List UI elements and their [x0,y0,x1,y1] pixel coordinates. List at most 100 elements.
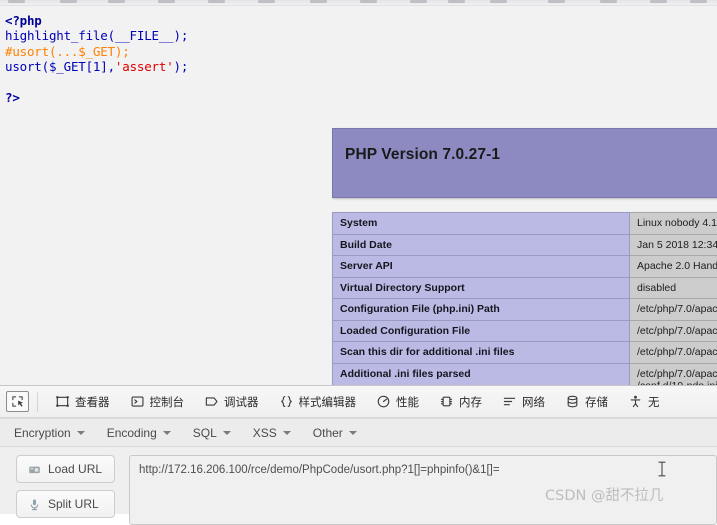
phpinfo-key-cell: Virtual Directory Support [333,277,630,299]
chevron-down-icon [349,431,357,435]
code-token: usort( [5,59,49,74]
bookmark-item[interactable] [60,0,77,3]
code-token: <?php [5,13,42,28]
tab-accessibility[interactable]: 无 [618,386,670,417]
tab-storage[interactable]: 存储 [555,386,618,417]
code-token: $_GET [49,59,86,74]
hackbar-menu-label: SQL [193,426,217,440]
inspector-icon [55,394,70,409]
bookmark-item[interactable] [600,0,617,3]
tab-debugger[interactable]: 调试器 [194,386,269,417]
tab-network[interactable]: 网络 [492,386,555,417]
bookmarks-bar-edge [0,0,717,6]
phpinfo-key-cell: Scan this dir for additional .ini files [333,342,630,364]
storage-icon [565,394,580,409]
chevron-down-icon [223,431,231,435]
split-url-label: Split URL [48,497,99,511]
code-token: ); [174,28,189,43]
tab-debugger-label: 调试器 [224,394,259,410]
bookmark-item[interactable] [208,0,225,3]
hackbar-body: Load URL Split URL http://172.16.206.100… [0,447,717,525]
code-token: [1], [86,59,115,74]
bookmark-item[interactable] [258,0,275,3]
bookmark-item[interactable] [8,0,25,3]
phpinfo-key-cell: System [333,213,630,235]
code-line: highlight_file(__FILE__); [5,28,188,43]
bookmark-item[interactable] [690,0,707,3]
code-token: #usort(...$_GET); [5,44,130,59]
tab-memory-label: 内存 [459,394,482,410]
tab-console-label: 控制台 [150,394,185,410]
table-row: Loaded Configuration File/etc/php/7.0/ap… [333,320,717,342]
tab-performance-label: 性能 [396,394,419,410]
style-editor-icon [279,394,294,409]
console-icon [130,394,145,409]
bookmark-item[interactable] [448,0,465,3]
hackbar-menu-encoding[interactable]: Encoding [107,426,171,440]
code-token: __FILE__ [115,28,174,43]
bookmark-item[interactable] [360,0,377,3]
hackbar-menu-other[interactable]: Other [313,426,357,440]
tab-console[interactable]: 控制台 [120,386,195,417]
php-version-title: PHP Version 7.0.27-1 [345,146,500,164]
phpinfo-key-cell: Loaded Configuration File [333,320,630,342]
code-line: ?> [5,90,188,105]
phpinfo-key-cell: Configuration File (php.ini) Path [333,299,630,321]
table-row: SystemLinux nobody 4.14.0 [333,213,717,235]
chevron-down-icon [283,431,291,435]
tab-style-editor-label: 样式编辑器 [299,394,357,410]
table-row: Configuration File (php.ini) Path/etc/ph… [333,299,717,321]
load-url-button[interactable]: Load URL [16,455,115,483]
table-row: Build DateJan 5 2018 12:34:37 [333,234,717,256]
tab-inspector[interactable]: 查看器 [45,386,120,417]
element-picker-icon[interactable] [6,391,29,412]
url-input[interactable]: http://172.16.206.100/rce/demo/PhpCode/u… [129,455,717,525]
tab-style-editor[interactable]: 样式编辑器 [269,386,367,417]
phpinfo-value-cell: Linux nobody 4.14.0 [630,213,717,235]
phpinfo-value-cell: /etc/php/7.0/apache2 /conf.d/10-pdo.ini,… [630,363,717,385]
tab-inspector-label: 查看器 [75,394,110,410]
bookmark-item[interactable] [158,0,175,3]
bookmark-item[interactable] [410,0,427,3]
tab-performance[interactable]: 性能 [366,386,429,417]
bookmark-item[interactable] [490,0,507,3]
table-row: Server APIApache 2.0 Handler [333,256,717,278]
bookmark-item[interactable] [108,0,125,3]
tab-network-label: 网络 [522,394,545,410]
bookmark-item[interactable] [548,0,565,3]
hackbar-menu-xss[interactable]: XSS [253,426,291,440]
chevron-down-icon [77,431,85,435]
performance-icon [376,394,391,409]
hackbar-menu-sql[interactable]: SQL [193,426,231,440]
phpinfo-value-cell: Jan 5 2018 12:34:37 [630,234,717,256]
bookmark-item[interactable] [310,0,327,3]
tab-storage-label: 存储 [585,394,608,410]
code-token: ?> [5,90,20,105]
phpinfo-value-cell: /etc/php/7.0/apache2 [630,342,717,364]
hackbar-menu-encryption[interactable]: Encryption [14,426,85,440]
phpinfo-value-cell: disabled [630,277,717,299]
hackbar-menu-bar: Encryption Encoding SQL XSS Other [0,419,717,447]
phpinfo-value-cell: /etc/php/7.0/apache2 [630,299,717,321]
browser-page-area: <?phphighlight_file(__FILE__);#usort(...… [0,0,717,385]
tab-memory[interactable]: 内存 [429,386,492,417]
hackbar-panel: Encryption Encoding SQL XSS Other Load URL S… [0,418,717,514]
phpinfo-key-cell: Build Date [333,234,630,256]
code-token: ); [174,59,189,74]
phpinfo-output: PHP Version 7.0.27-1 SystemLinux nobody … [332,128,717,385]
code-token: 'assert' [115,59,174,74]
split-url-icon [28,498,41,511]
code-line-blank [5,75,188,90]
table-row: Virtual Directory Supportdisabled [333,277,717,299]
hackbar-menu-label: Encryption [14,426,71,440]
tab-accessibility-label: 无 [648,394,660,410]
phpinfo-table-body: SystemLinux nobody 4.14.0Build DateJan 5… [333,213,717,386]
bookmark-item[interactable] [650,0,667,3]
phpinfo-value-cell: /etc/php/7.0/apache2 [630,320,717,342]
network-icon [502,394,517,409]
hackbar-menu-label: Encoding [107,426,157,440]
table-row: Scan this dir for additional .ini files/… [333,342,717,364]
devtools-toolbar: 查看器 控制台 调试器 样式编辑器 性能 [0,386,717,418]
split-url-button[interactable]: Split URL [16,490,115,518]
debugger-icon [204,394,219,409]
